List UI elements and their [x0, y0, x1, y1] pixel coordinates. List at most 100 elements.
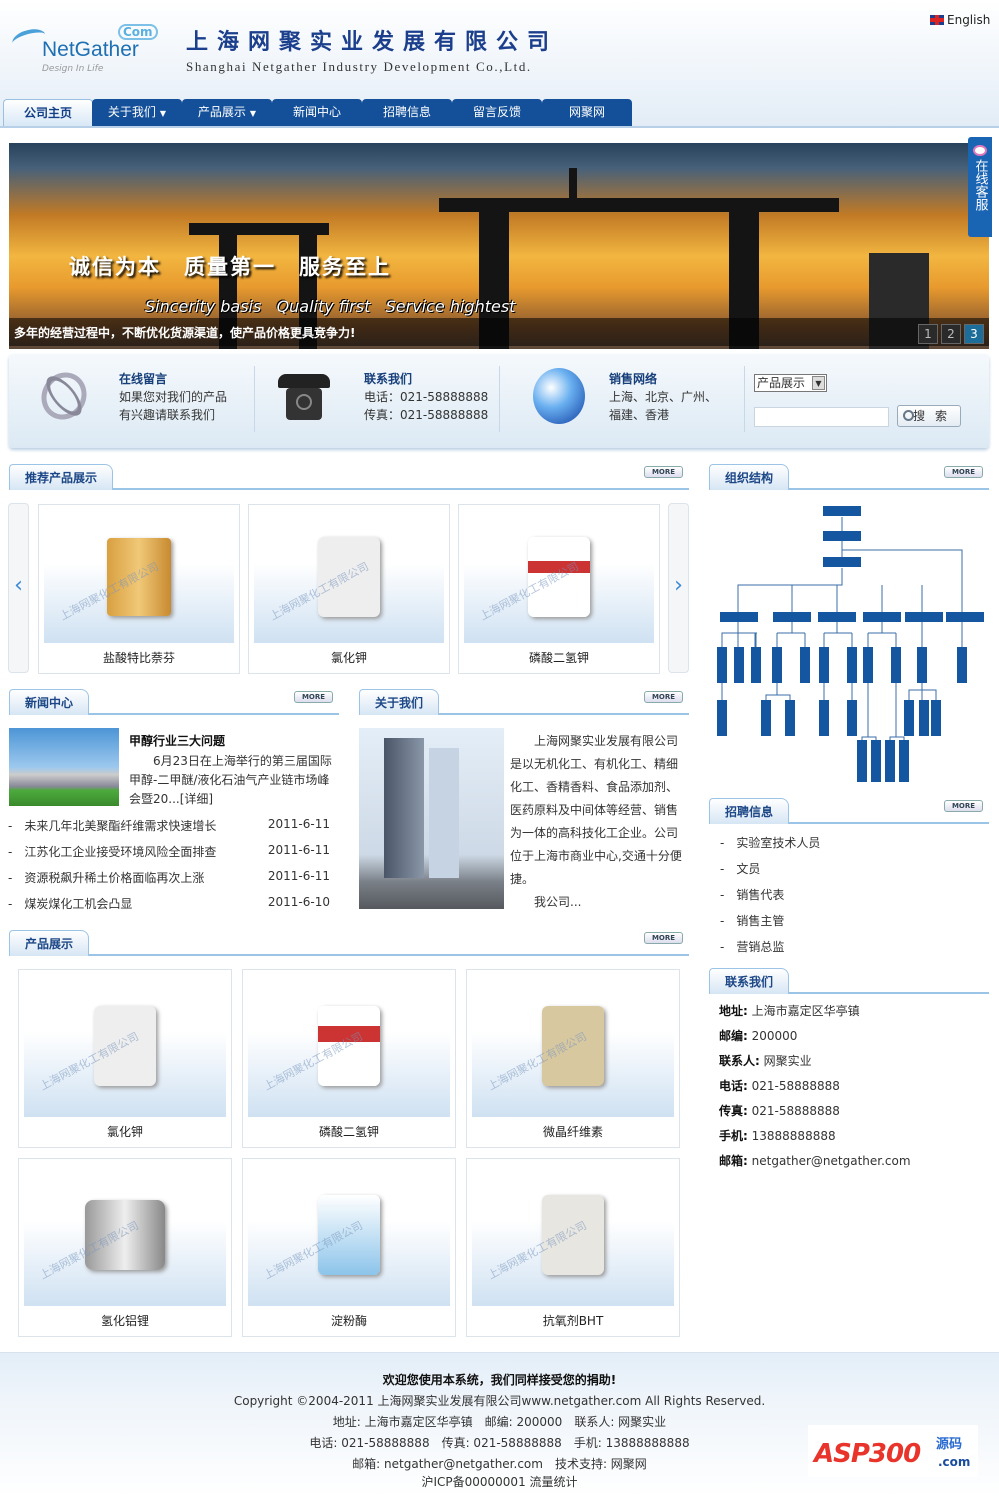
- news-item[interactable]: - 煤炭煤化工机会凸显 2011-6-10: [8, 895, 330, 912]
- more-button[interactable]: MORE: [644, 466, 683, 478]
- nav-feedback[interactable]: 留言反馈: [452, 99, 542, 126]
- product-card[interactable]: 上海网聚化工有限公司氯化钾: [18, 969, 232, 1148]
- news-title[interactable]: 煤炭煤化工机会凸显: [24, 897, 132, 911]
- product-card[interactable]: 上海网聚化工有限公司 淀粉酶: [242, 1158, 456, 1337]
- more-button[interactable]: MORE: [644, 691, 683, 703]
- about-text: 上海网聚实业发展有限公司是以无机化工、有机化工、精细化工、香精香料、食品添加剂、…: [510, 730, 686, 914]
- nav-jobs[interactable]: 招聘信息: [362, 99, 452, 126]
- product-name[interactable]: 抗氧剂BHT: [467, 1312, 679, 1329]
- detail-link[interactable]: [详细]: [180, 792, 213, 806]
- carousel-prev-button[interactable]: ‹: [8, 503, 29, 673]
- slogan-cn: 诚信为本 质量第一 服务至上: [69, 254, 391, 279]
- contact-phone: 电话：021-58888888: [364, 390, 489, 404]
- job-title[interactable]: 销售代表: [736, 888, 784, 902]
- language-switch[interactable]: English: [930, 13, 990, 27]
- contact-email[interactable]: 邮箱: netgather@netgather.com: [719, 1152, 911, 1169]
- news-header: 新闻中心 MORE: [9, 687, 339, 715]
- nav-news[interactable]: 新闻中心: [272, 99, 362, 126]
- product-image: 上海网聚化工有限公司: [24, 1164, 226, 1306]
- news-thumbnail[interactable]: [9, 728, 119, 806]
- search-input[interactable]: [754, 407, 889, 427]
- online-service-tab[interactable]: 在线客服: [968, 137, 992, 237]
- products-header: 产品展示 MORE: [9, 928, 689, 956]
- nav-home[interactable]: 公司主页: [3, 99, 93, 126]
- dropdown-arrow-icon: ▼: [249, 109, 257, 118]
- footer-welcome: 欢迎您使用本系统，我们同样接受您的捐助!: [382, 1373, 617, 1387]
- product-image: 上海网聚化工有限公司: [254, 510, 444, 643]
- product-card[interactable]: 上海网聚化工有限公司氯化钾: [248, 504, 450, 674]
- product-card[interactable]: 上海网聚化工有限公司 磷酸二氢钾: [242, 969, 456, 1148]
- search-icon: [903, 410, 914, 421]
- network-title[interactable]: 销售网络: [609, 370, 657, 387]
- slide-1-button[interactable]: 1: [918, 324, 938, 344]
- product-name[interactable]: 淀粉酶: [243, 1312, 455, 1329]
- job-item[interactable]: - 营销总监: [720, 938, 784, 955]
- value[interactable]: netgather@netgather.com: [748, 1154, 911, 1168]
- rings-icon: [32, 364, 96, 428]
- search-button-label: 搜 索: [913, 409, 950, 423]
- job-item[interactable]: - 文员: [720, 860, 760, 877]
- product-name[interactable]: 盐酸特比萘芬: [39, 649, 239, 666]
- news-title[interactable]: 未来几年北美聚酯纤维需求快速增长: [24, 819, 216, 833]
- label: 地址:: [719, 1004, 748, 1018]
- product-name[interactable]: 氯化钾: [249, 649, 449, 666]
- news-item[interactable]: - 未来几年北美聚酯纤维需求快速增长 2011-6-11: [8, 817, 330, 834]
- nav-label: 网聚网: [568, 105, 605, 119]
- summary-text: 6月23日在上海举行的第三届国际甲醇-二甲醚/液化石油气产业链市场峰会暨20..…: [129, 754, 332, 806]
- section-title: 关于我们: [359, 689, 440, 715]
- product-image: 上海网聚化工有限公司: [24, 975, 226, 1117]
- about-more-link[interactable]: 我公司...: [510, 895, 581, 909]
- product-name[interactable]: 磷酸二氢钾: [459, 649, 659, 666]
- nav-products[interactable]: 产品展示 ▼: [182, 99, 272, 126]
- nav-about[interactable]: 关于我们 ▼: [92, 99, 182, 126]
- product-card[interactable]: 上海网聚化工有限公司 磷酸二氢钾: [458, 504, 660, 674]
- org-header: 组织结构 MORE: [709, 462, 989, 490]
- slide-3-button[interactable]: 3: [964, 324, 984, 344]
- message-title[interactable]: 在线留言: [119, 370, 167, 387]
- label: 传真:: [719, 1104, 748, 1118]
- more-button[interactable]: MORE: [944, 466, 983, 478]
- section-title: 产品展示: [9, 930, 90, 956]
- logo[interactable]: Com NetGather Design In Life: [10, 24, 162, 80]
- contact-title[interactable]: 联系我们: [364, 370, 412, 387]
- slide-2-button[interactable]: 2: [941, 324, 961, 344]
- product-card[interactable]: 上海网聚化工有限公司 抗氧剂BHT: [466, 1158, 680, 1337]
- news-title[interactable]: 江苏化工企业接受环境风险全面排查: [24, 845, 216, 859]
- job-item[interactable]: - 销售主管: [720, 912, 784, 929]
- more-button[interactable]: MORE: [944, 800, 983, 812]
- news-item[interactable]: - 江苏化工企业接受环境风险全面排查 2011-6-11: [8, 843, 330, 860]
- section-title: 组织结构: [709, 464, 790, 490]
- message-line: 有兴趣请联系我们: [119, 408, 216, 422]
- job-item[interactable]: - 销售代表: [720, 886, 784, 903]
- product-name[interactable]: 氢化铝锂: [19, 1312, 231, 1329]
- asp300-logo[interactable]: ASP300 源码 .com: [808, 1425, 978, 1477]
- uk-flag-icon: [930, 15, 944, 25]
- job-title[interactable]: 营销总监: [736, 940, 784, 954]
- job-title[interactable]: 销售主管: [736, 914, 784, 928]
- product-name[interactable]: 微晶纤维素: [467, 1123, 679, 1140]
- product-name[interactable]: 磷酸二氢钾: [243, 1123, 455, 1140]
- carousel-next-button[interactable]: ›: [668, 503, 689, 673]
- news-item[interactable]: - 资源税飙升稀土价格面临再次上涨 2011-6-11: [8, 869, 330, 886]
- main-nav: 公司主页 关于我们 ▼ 产品展示 ▼ 新闻中心 招聘信息 留言反馈 网聚网: [0, 97, 999, 128]
- search-button[interactable]: 搜 索: [897, 405, 961, 427]
- caption-text: 多年的经营过程中，不断优化货源渠道，使产品价格更具竞争力!: [14, 326, 356, 340]
- job-title[interactable]: 文员: [736, 862, 760, 876]
- news-title[interactable]: 资源税飙升稀土价格面临再次上涨: [24, 871, 204, 885]
- featured-news-title[interactable]: 甲醇行业三大问题: [129, 732, 225, 749]
- search-category-select[interactable]: 产品展示 ▼: [754, 374, 827, 392]
- product-card[interactable]: 上海网聚化工有限公司氢化铝锂: [18, 1158, 232, 1337]
- language-label[interactable]: English: [947, 13, 990, 27]
- jobs-header: 招聘信息 MORE: [709, 796, 989, 824]
- product-name[interactable]: 氯化钾: [19, 1123, 231, 1140]
- product-card[interactable]: 上海网聚化工有限公司 盐酸特比萘芬: [38, 504, 240, 674]
- org-chart: [717, 506, 984, 782]
- banner-slideshow[interactable]: 诚信为本 质量第一 服务至上 Sincerity basis Quality f…: [9, 143, 989, 349]
- product-card[interactable]: 上海网聚化工有限公司 微晶纤维素: [466, 969, 680, 1148]
- more-button[interactable]: MORE: [644, 932, 683, 944]
- contact-person: 联系人: 网聚实业: [719, 1052, 812, 1069]
- more-button[interactable]: MORE: [294, 691, 333, 703]
- job-title[interactable]: 实验室技术人员: [736, 836, 820, 850]
- nav-netgather[interactable]: 网聚网: [542, 99, 632, 126]
- job-item[interactable]: - 实验室技术人员: [720, 834, 820, 851]
